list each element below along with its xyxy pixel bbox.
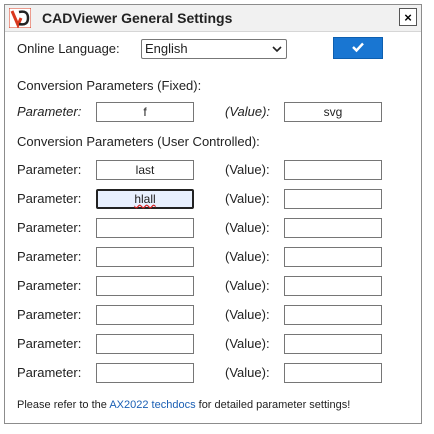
param-row: Parameter: last (Value):: [17, 160, 417, 180]
value-label: (Value):: [225, 220, 270, 235]
techdocs-link[interactable]: AX2022 techdocs: [109, 399, 195, 411]
fixed-value-label: (Value):: [225, 104, 271, 119]
fixed-param-row: Parameter: f (Value): svg: [17, 102, 417, 122]
close-icon: ×: [404, 9, 412, 25]
value-field[interactable]: [284, 218, 382, 238]
fixed-param-field[interactable]: f: [96, 102, 194, 122]
close-button[interactable]: ×: [399, 8, 417, 26]
footer-prefix: Please refer to the: [17, 399, 110, 411]
language-label: Online Language:: [17, 41, 120, 56]
value-field[interactable]: [284, 276, 382, 296]
value-field[interactable]: [284, 305, 382, 325]
param-field[interactable]: [96, 334, 194, 354]
dialog-title: CADViewer General Settings: [42, 10, 233, 26]
value-label: (Value):: [225, 162, 270, 177]
param-row: Parameter: (Value):: [17, 247, 417, 267]
chevron-down-icon: [272, 41, 282, 63]
param-field[interactable]: last: [96, 160, 194, 180]
param-row: Parameter: (Value):: [17, 334, 417, 354]
title-bar: CADViewer General Settings ×: [5, 5, 421, 32]
footer-note: Please refer to the AX2022 techdocs for …: [17, 399, 350, 411]
param-row: Parameter: (Value):: [17, 305, 417, 325]
footer-suffix: for detailed parameter settings!: [195, 399, 351, 411]
param-field-text: hlall: [134, 192, 156, 206]
value-field[interactable]: [284, 160, 382, 180]
param-label: Parameter:: [17, 336, 82, 351]
param-label: Parameter:: [17, 365, 82, 380]
param-field[interactable]: [96, 363, 194, 383]
param-field[interactable]: [96, 305, 194, 325]
param-label: Parameter:: [17, 249, 82, 264]
param-row: Parameter: hlall (Value):: [17, 189, 417, 209]
value-field[interactable]: [284, 189, 382, 209]
param-field[interactable]: [96, 247, 194, 267]
param-label: Parameter:: [17, 162, 82, 177]
value-label: (Value):: [225, 249, 270, 264]
value-label: (Value):: [225, 191, 270, 206]
param-field[interactable]: [96, 276, 194, 296]
param-row: Parameter: (Value):: [17, 363, 417, 383]
cadviewer-logo-icon: [8, 7, 32, 29]
param-label: Parameter:: [17, 307, 82, 322]
value-label: (Value):: [225, 278, 270, 293]
param-row: Parameter: (Value):: [17, 218, 417, 238]
param-field-focused[interactable]: hlall: [96, 189, 194, 209]
value-field[interactable]: [284, 247, 382, 267]
fixed-param-label: Parameter:: [17, 104, 82, 119]
checkmark-icon: [351, 41, 365, 56]
value-field[interactable]: [284, 363, 382, 383]
param-field[interactable]: [96, 218, 194, 238]
value-label: (Value):: [225, 307, 270, 322]
value-label: (Value):: [225, 365, 270, 380]
confirm-button[interactable]: [333, 37, 383, 59]
fixed-section-heading: Conversion Parameters (Fixed):: [17, 78, 202, 93]
param-row: Parameter: (Value):: [17, 276, 417, 296]
settings-dialog: CADViewer General Settings × Online Lang…: [4, 4, 422, 424]
param-label: Parameter:: [17, 220, 82, 235]
param-label: Parameter:: [17, 191, 82, 206]
param-label: Parameter:: [17, 278, 82, 293]
value-label: (Value):: [225, 336, 270, 351]
fixed-value-field[interactable]: svg: [284, 102, 382, 122]
language-selected-value: English: [145, 41, 188, 56]
value-field[interactable]: [284, 334, 382, 354]
language-select[interactable]: English: [141, 39, 287, 59]
user-section-heading: Conversion Parameters (User Controlled):: [17, 134, 260, 149]
